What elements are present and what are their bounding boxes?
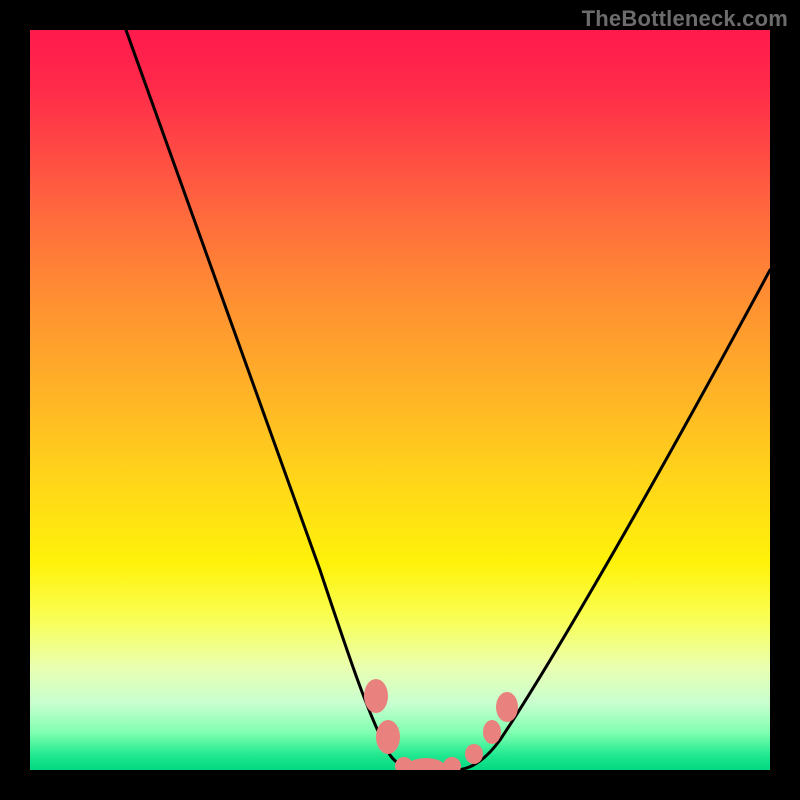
curve-bead: [376, 720, 400, 754]
curve-bead: [443, 757, 461, 770]
curve-bead: [496, 692, 518, 722]
chart-frame: [30, 30, 770, 770]
curve-bead: [364, 679, 388, 713]
curve-bead: [406, 758, 446, 770]
curve-bead: [465, 744, 483, 764]
bottleneck-curve: [126, 30, 770, 770]
chart-svg: [30, 30, 770, 770]
curve-bead: [483, 720, 501, 744]
watermark-text: TheBottleneck.com: [582, 6, 788, 32]
